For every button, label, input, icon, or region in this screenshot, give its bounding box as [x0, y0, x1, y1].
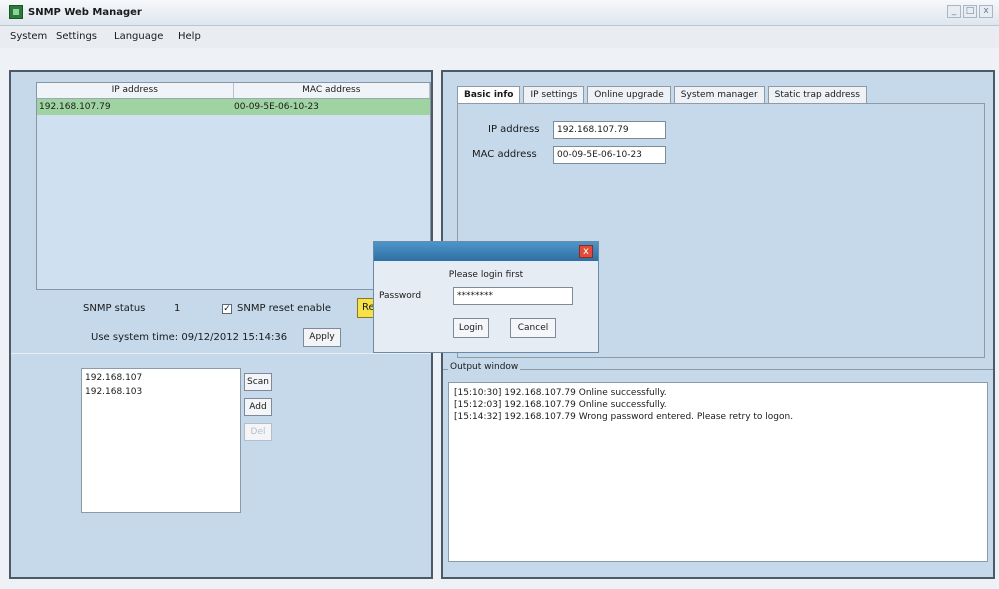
login-button[interactable]: Login [453, 318, 489, 338]
password-label: Password [379, 291, 422, 301]
maximize-button[interactable]: □ [963, 5, 977, 18]
delete-button[interactable]: Del [244, 423, 272, 441]
scan-button[interactable]: Scan [244, 373, 272, 391]
tab-online-upgrade[interactable]: Online upgrade [587, 86, 671, 104]
snmp-reset-checkbox[interactable]: ✓ [222, 304, 232, 314]
column-header-ip[interactable]: IP address [37, 83, 234, 98]
ip-list[interactable]: 192.168.107 192.168.103 [81, 368, 241, 513]
table-header: IP address MAC address [37, 83, 430, 99]
output-log[interactable]: [15:10:30] 192.168.107.79 Online success… [448, 382, 988, 562]
dialog-title-bar: x [374, 242, 598, 261]
tab-bar: Basic info IP settings Online upgrade Sy… [457, 86, 870, 104]
log-line: [15:10:30] 192.168.107.79 Online success… [454, 388, 667, 398]
menu-bar: System Settings Language Help [0, 26, 999, 48]
minimize-button[interactable]: _ [947, 5, 961, 18]
snmp-status-value: 1 [174, 303, 181, 314]
output-window-label: Output window [448, 362, 521, 372]
list-item[interactable]: 192.168.107 [85, 371, 237, 385]
mac-address-label: MAC address [472, 149, 537, 160]
login-dialog: x Please login first Password ******** L… [373, 241, 599, 353]
list-item[interactable]: 192.168.103 [85, 385, 237, 399]
close-icon[interactable]: x [579, 245, 593, 258]
password-field[interactable]: ******** [453, 287, 573, 305]
add-button[interactable]: Add [244, 398, 272, 416]
tab-basic-info[interactable]: Basic info [457, 86, 521, 104]
window-title: SNMP Web Manager [28, 7, 142, 18]
window-controls: _ □ x [947, 5, 993, 18]
menu-settings[interactable]: Settings [56, 31, 97, 42]
table-row[interactable]: 192.168.107.79 00-09-5E-06-10-23 [37, 99, 430, 115]
menu-help[interactable]: Help [178, 31, 201, 42]
tab-ip-settings[interactable]: IP settings [523, 86, 585, 104]
system-time: Use system time: 09/12/2012 15:14:36 [91, 332, 287, 343]
ip-address-field[interactable]: 192.168.107.79 [553, 121, 666, 139]
apply-button[interactable]: Apply [303, 328, 341, 347]
snmp-reset-label: SNMP reset enable [237, 303, 332, 314]
left-panel: IP address MAC address 192.168.107.79 00… [9, 70, 433, 579]
column-header-mac[interactable]: MAC address [234, 83, 430, 98]
dialog-message: Please login first [448, 270, 524, 280]
title-bar: SNMP Web Manager _ □ x [0, 0, 999, 26]
cancel-button[interactable]: Cancel [510, 318, 556, 338]
ip-address-label: IP address [488, 124, 540, 135]
log-line: [15:12:03] 192.168.107.79 Online success… [454, 400, 667, 410]
tab-static-trap-address[interactable]: Static trap address [767, 86, 867, 104]
close-window-button[interactable]: x [979, 5, 993, 18]
log-line: [15:14:32] 192.168.107.79 Wrong password… [454, 412, 794, 422]
divider [11, 353, 431, 354]
app-icon [9, 5, 23, 19]
system-time-value: 09/12/2012 15:14:36 [181, 332, 288, 343]
menu-language[interactable]: Language [114, 31, 163, 42]
menu-system[interactable]: System [10, 31, 47, 42]
tab-system-manager[interactable]: System manager [673, 86, 765, 104]
mac-address-field[interactable]: 00-09-5E-06-10-23 [553, 146, 666, 164]
cell-mac: 00-09-5E-06-10-23 [234, 102, 319, 112]
device-table: IP address MAC address 192.168.107.79 00… [36, 82, 431, 290]
cell-ip: 192.168.107.79 [39, 102, 111, 112]
system-time-label: Use system time: [91, 332, 179, 343]
snmp-status-label: SNMP status [83, 303, 146, 314]
